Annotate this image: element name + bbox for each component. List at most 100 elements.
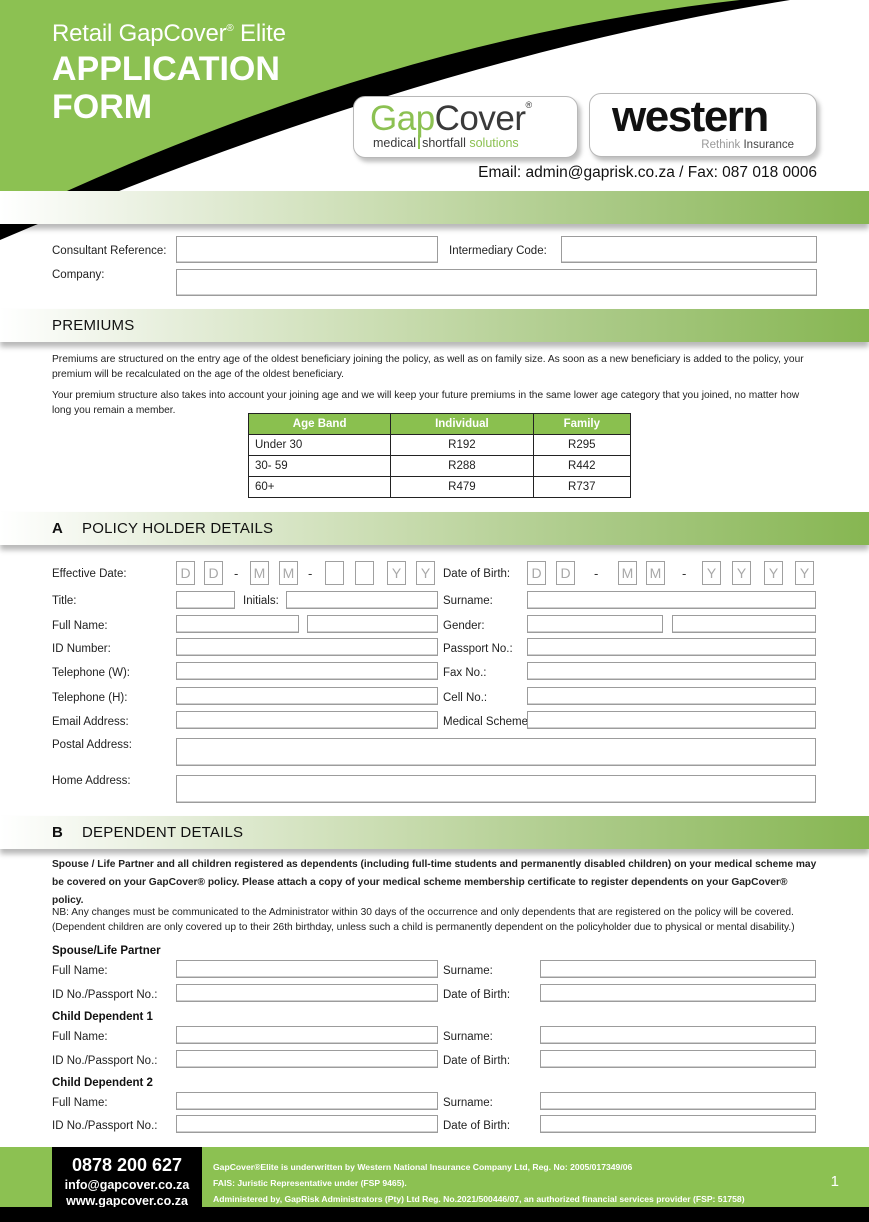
column-header-family: Family <box>532 413 632 435</box>
dob-year-4[interactable]: Y <box>795 561 814 585</box>
individual-premium-cell: R192 <box>390 434 534 456</box>
email-address-label: Email Address: <box>52 716 129 728</box>
effective-date-day-1[interactable]: D <box>176 561 195 585</box>
telephone-work-field[interactable] <box>176 662 438 680</box>
child-1-id-passport-field[interactable] <box>176 1050 438 1068</box>
dependents-info-paragraph: Spouse / Life Partner and all children r… <box>52 859 817 906</box>
child-2-dob-label: Date of Birth: <box>443 1120 511 1132</box>
title-label: Title: <box>52 595 77 607</box>
effective-date-month-2[interactable]: M <box>279 561 298 585</box>
cell-field[interactable] <box>527 687 816 705</box>
table-row: 60+ R479 R737 <box>247 476 632 498</box>
full-name-label: Full Name: <box>52 620 108 632</box>
footer-website-link[interactable]: www.gapcover.co.za <box>52 1194 202 1208</box>
full-name-field-2[interactable] <box>307 615 438 633</box>
effective-date-month-1[interactable]: M <box>250 561 269 585</box>
telephone-home-field[interactable] <box>176 687 438 705</box>
initials-field[interactable] <box>286 591 438 609</box>
effective-date-year-3[interactable]: Y <box>387 561 406 585</box>
individual-premium-cell: R479 <box>390 476 534 498</box>
child-2-dob-field[interactable] <box>540 1115 816 1133</box>
date-separator: - <box>308 566 313 581</box>
dependent-heading: B DEPENDENT DETAILS <box>52 824 244 841</box>
dob-day-2[interactable]: D <box>556 561 575 585</box>
dob-year-3[interactable]: Y <box>764 561 783 585</box>
child-2-surname-label: Surname: <box>443 1097 493 1109</box>
title-field[interactable] <box>176 591 235 609</box>
surname-label: Surname: <box>443 595 493 607</box>
company-field[interactable] <box>176 269 817 296</box>
product-subtitle: Retail GapCover® Elite <box>52 20 286 47</box>
policy-holder-section-header: A POLICY HOLDER DETAILS <box>0 512 869 545</box>
surname-field[interactable] <box>527 591 816 609</box>
premiums-heading: PREMIUMS <box>52 317 135 334</box>
western-logo: western Rethink Insurance <box>589 92 817 157</box>
date-of-birth-label: Date of Birth: <box>443 568 511 580</box>
footer-legal-line-3: Administered by, GapRisk Administrators … <box>213 1194 745 1204</box>
postal-address-field[interactable] <box>176 738 816 766</box>
dob-day-1[interactable]: D <box>527 561 546 585</box>
header-band <box>0 191 869 224</box>
intermediary-code-label: Intermediary Code: <box>449 245 547 257</box>
child-2-id-passport-field[interactable] <box>176 1115 438 1133</box>
spouse-full-name-field[interactable] <box>176 960 438 978</box>
child-1-full-name-field[interactable] <box>176 1026 438 1044</box>
id-number-field[interactable] <box>176 638 438 656</box>
medical-scheme-field[interactable] <box>527 711 816 729</box>
child-2-surname-field[interactable] <box>540 1092 816 1110</box>
spouse-surname-field[interactable] <box>540 960 816 978</box>
child-2-heading: Child Dependent 2 <box>52 1077 153 1089</box>
effective-date-year-2[interactable] <box>355 561 374 585</box>
consultant-reference-field[interactable] <box>176 236 438 263</box>
policy-holder-heading: A POLICY HOLDER DETAILS <box>52 520 274 537</box>
dependents-nb-paragraph: NB: Any changes must be communicated to … <box>52 907 795 933</box>
dob-year-2[interactable]: Y <box>732 561 751 585</box>
footer-legal-line-1: GapCover®Elite is underwritten by Wester… <box>213 1162 633 1172</box>
spouse-full-name-label: Full Name: <box>52 965 108 977</box>
dob-month-1[interactable]: M <box>618 561 637 585</box>
header-title-block: Retail GapCover® Elite APPLICATION FORM <box>52 20 286 124</box>
intermediary-code-field[interactable] <box>561 236 817 263</box>
telephone-work-label: Telephone (W): <box>52 667 130 679</box>
child-2-id-passport-label: ID No./Passport No.: <box>52 1120 158 1132</box>
effective-date-year-4[interactable]: Y <box>416 561 435 585</box>
cell-label: Cell No.: <box>443 692 488 704</box>
passport-field[interactable] <box>527 638 816 656</box>
footer-legal-text: GapCover®Elite is underwritten by Wester… <box>213 1159 745 1207</box>
gender-field-1[interactable] <box>527 615 663 633</box>
telephone-home-label: Telephone (H): <box>52 692 128 704</box>
spouse-dob-field[interactable] <box>540 984 816 1002</box>
child-1-dob-field[interactable] <box>540 1050 816 1068</box>
spouse-dob-label: Date of Birth: <box>443 989 511 1001</box>
fax-label: Fax No.: <box>443 667 487 679</box>
dob-year-1[interactable]: Y <box>702 561 721 585</box>
child-1-id-passport-label: ID No./Passport No.: <box>52 1055 158 1067</box>
family-premium-cell: R442 <box>532 455 632 477</box>
page-number: 1 <box>830 1173 839 1190</box>
gender-field-2[interactable] <box>672 615 816 633</box>
child-2-full-name-field[interactable] <box>176 1092 438 1110</box>
dob-month-2[interactable]: M <box>646 561 665 585</box>
footer-legal-line-2: FAIS: Juristic Representative under (FSP… <box>213 1178 407 1188</box>
id-number-label: ID Number: <box>52 643 111 655</box>
dependent-section-header: B DEPENDENT DETAILS <box>0 816 869 849</box>
premiums-section-header: PREMIUMS <box>0 309 869 342</box>
date-separator: - <box>594 566 599 581</box>
premiums-table: Age Band Individual Family Under 30 R192… <box>247 413 632 498</box>
age-band-cell: Under 30 <box>247 434 392 456</box>
child-1-surname-field[interactable] <box>540 1026 816 1044</box>
effective-date-day-2[interactable]: D <box>204 561 223 585</box>
effective-date-year-1[interactable] <box>325 561 344 585</box>
email-address-field[interactable] <box>176 711 438 729</box>
individual-premium-cell: R288 <box>390 455 534 477</box>
footer-email-link[interactable]: info@gapcover.co.za <box>52 1178 202 1192</box>
spouse-id-passport-field[interactable] <box>176 984 438 1002</box>
initials-label: Initials: <box>243 595 279 607</box>
home-address-field[interactable] <box>176 775 816 803</box>
spouse-surname-label: Surname: <box>443 965 493 977</box>
full-name-field-1[interactable] <box>176 615 299 633</box>
child-1-surname-label: Surname: <box>443 1031 493 1043</box>
fax-field[interactable] <box>527 662 816 680</box>
spouse-heading: Spouse/Life Partner <box>52 945 161 957</box>
family-premium-cell: R295 <box>532 434 632 456</box>
